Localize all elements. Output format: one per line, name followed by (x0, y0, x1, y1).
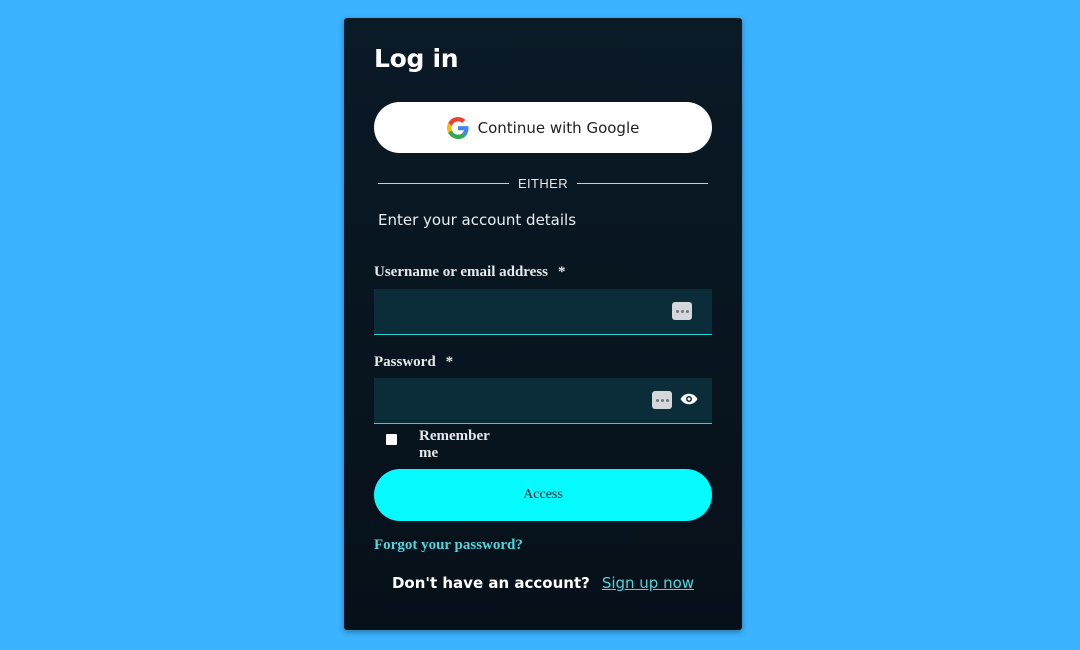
page-title: Log in (374, 44, 459, 73)
username-input[interactable] (374, 289, 712, 334)
access-button[interactable]: Access (374, 469, 712, 521)
remember-me-checkbox[interactable] (386, 434, 397, 445)
divider-line-right (577, 182, 709, 184)
username-field-container (374, 289, 712, 335)
required-marker: * (558, 264, 566, 280)
required-marker: * (445, 354, 454, 370)
password-label: Password * (374, 354, 453, 371)
username-label: Username or email address * (374, 264, 566, 281)
login-card: Log in Continue with Google EITHER Enter… (344, 18, 742, 630)
google-g-icon (446, 116, 469, 139)
no-account-text: Don't have an account? (391, 574, 590, 592)
password-field-container (374, 378, 712, 424)
password-manager-key-icon[interactable] (672, 302, 692, 320)
continue-with-google-button[interactable]: Continue with Google (374, 102, 712, 153)
eye-icon[interactable] (680, 392, 698, 406)
form-subtitle: Enter your account details (378, 211, 577, 229)
or-divider: EITHER (378, 175, 709, 191)
password-label-text: Password (374, 354, 436, 370)
forgot-password-link[interactable]: Forgot your password? (374, 537, 523, 554)
remember-me-label[interactable]: Remember me (419, 428, 509, 462)
username-label-text: Username or email address (374, 264, 549, 280)
signup-row: Don't have an account? Sign up now (344, 574, 742, 592)
page-background: Log in Continue with Google EITHER Enter… (0, 0, 1080, 650)
remember-me-row: Remember me (386, 428, 509, 462)
password-manager-key-icon[interactable] (652, 391, 672, 409)
sign-up-link[interactable]: Sign up now (602, 574, 694, 592)
google-button-label: Continue with Google (477, 118, 640, 137)
divider-line-left (378, 182, 509, 184)
divider-text: EITHER (517, 175, 569, 191)
